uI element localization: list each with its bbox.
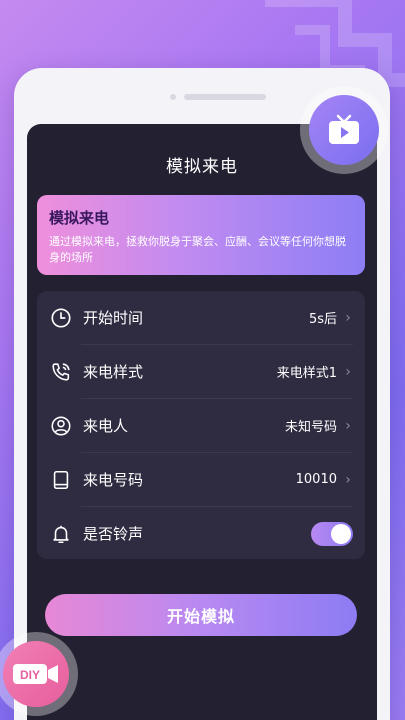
chevron-right-icon: › <box>345 309 351 326</box>
banner-description: 通过模拟来电，拯救你脱身于聚会、应酬、会议等任何你想脱身的场所 <box>49 235 346 264</box>
bell-icon <box>49 522 73 546</box>
setting-row-caller-number[interactable]: 来电号码 10010 › <box>37 453 365 506</box>
setting-row-ringtone: 是否铃声 <box>37 507 365 560</box>
setting-value: 10010 <box>295 472 337 487</box>
diy-video-icon: DIY <box>13 664 58 684</box>
tv-badge <box>300 86 388 174</box>
clock-icon <box>49 306 73 330</box>
chevron-right-icon: › <box>345 471 351 488</box>
settings-card: 开始时间 5s后 › 来电样式 来电样式1 › 来电人 未知号码 › 来电号码 … <box>37 291 365 559</box>
setting-row-call-style[interactable]: 来电样式 来电样式1 › <box>37 345 365 398</box>
banner-title: 模拟来电 <box>49 209 110 227</box>
phone-camera <box>170 94 176 100</box>
toggle-knob <box>331 523 351 544</box>
ringtone-toggle[interactable] <box>311 521 353 546</box>
diy-label: DIY <box>20 668 40 682</box>
setting-label: 来电号码 <box>83 471 144 489</box>
setting-label: 是否铃声 <box>83 525 144 543</box>
setting-value: 5s后 <box>308 312 337 327</box>
chevron-right-icon: › <box>345 363 351 380</box>
setting-label: 来电人 <box>83 417 129 435</box>
tv-play-icon <box>329 114 359 144</box>
phone-speaker <box>184 94 266 100</box>
setting-value: 来电样式1 <box>276 366 337 381</box>
intro-banner: 模拟来电 通过模拟来电，拯救你脱身于聚会、应酬、会议等任何你想脱身的场所 <box>37 195 365 275</box>
setting-label: 开始时间 <box>83 309 144 327</box>
setting-row-start-time[interactable]: 开始时间 5s后 › <box>37 291 365 344</box>
start-simulation-button[interactable]: 开始模拟 <box>45 594 357 636</box>
setting-row-caller[interactable]: 来电人 未知号码 › <box>37 399 365 452</box>
chevron-right-icon: › <box>345 417 351 434</box>
phone-ring-icon <box>49 360 73 384</box>
person-icon <box>49 414 73 438</box>
setting-value: 未知号码 <box>284 420 337 435</box>
tablet-icon <box>49 468 73 492</box>
setting-label: 来电样式 <box>83 363 144 381</box>
app-screen: 模拟来电 模拟来电 通过模拟来电，拯救你脱身于聚会、应酬、会议等任何你想脱身的场… <box>27 124 377 720</box>
